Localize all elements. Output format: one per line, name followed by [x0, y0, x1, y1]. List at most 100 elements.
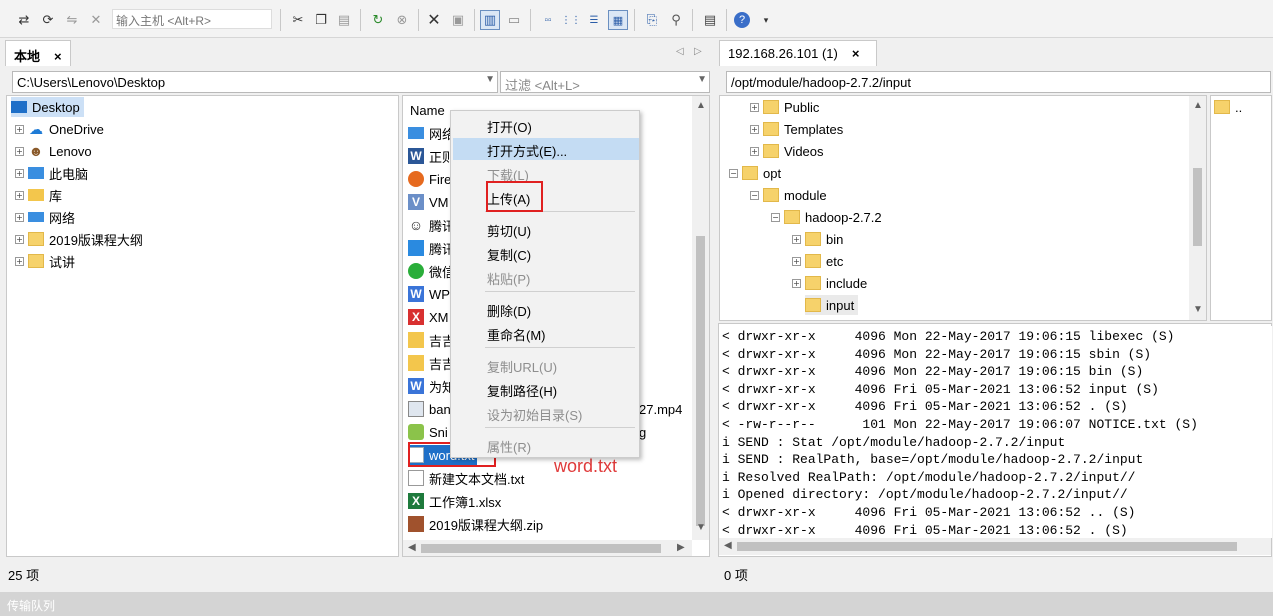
scrollbar-thumb[interactable] — [737, 542, 1237, 551]
tree-item-desktop[interactable]: Desktop — [11, 97, 84, 117]
expand-icon[interactable]: + — [15, 168, 24, 178]
expand-icon[interactable]: + — [15, 146, 24, 156]
tree-item-videos[interactable]: + Videos — [750, 141, 824, 161]
tree-item-network[interactable]: + 网络 — [15, 207, 75, 227]
list-item[interactable]: 网络 — [408, 123, 455, 143]
list-item[interactable]: 吉吉 — [408, 353, 455, 373]
list-item[interactable]: X XM — [408, 307, 449, 327]
horizontal-scrollbar[interactable]: ◀ — [719, 538, 1271, 555]
tree-item-lenovo[interactable]: + ☻ Lenovo — [15, 141, 92, 161]
properties-icon[interactable]: ▣ — [448, 10, 468, 30]
menu-item-open[interactable]: 打开(O) — [453, 114, 639, 136]
expand-icon[interactable]: + — [15, 256, 24, 266]
menu-item-cut[interactable]: 剪切(U) — [453, 218, 639, 240]
help-icon[interactable]: ? — [734, 12, 750, 28]
expand-icon[interactable]: + — [792, 278, 801, 288]
menu-item-open-with[interactable]: 打开方式(E)... — [453, 138, 639, 160]
details-view-icon[interactable]: ▦ — [608, 10, 628, 30]
refresh-icon[interactable]: ↻ — [368, 10, 388, 30]
menu-item-copy-path[interactable]: 复制路径(H) — [453, 378, 639, 400]
list-item[interactable]: W WP — [408, 284, 450, 304]
list-item[interactable]: W 正则 — [408, 146, 455, 166]
delete-icon[interactable]: ✕ — [424, 10, 444, 30]
sync-icon[interactable]: ⎘ — [642, 10, 662, 30]
scrollbar-thumb[interactable] — [1193, 168, 1202, 246]
list-item[interactable]: 微信 — [408, 261, 455, 281]
expand-icon[interactable]: + — [792, 256, 801, 266]
copy-icon[interactable]: ❐ — [311, 10, 331, 30]
tree-item-bin[interactable]: + bin — [792, 229, 843, 249]
local-path-input[interactable]: C:\Users\Lenovo\Desktop ▼ — [12, 71, 498, 93]
filter-input[interactable]: 过滤 <Alt+L> ▼ — [500, 71, 710, 93]
expand-icon[interactable]: + — [15, 234, 24, 244]
scrollbar-thumb[interactable] — [696, 236, 705, 526]
disconnect-icon[interactable]: ⇋ — [62, 10, 82, 30]
expand-icon[interactable]: + — [750, 124, 759, 134]
expand-icon[interactable]: + — [750, 146, 759, 156]
host-input[interactable]: 输入主机 <Alt+R> — [112, 9, 272, 29]
list-item[interactable]: W 为知 — [408, 376, 455, 396]
scroll-left-icon[interactable]: ◀ — [724, 540, 732, 551]
column-header-name[interactable]: Name — [410, 100, 445, 120]
tab-remote-session[interactable]: 192.168.26.101 (1) × — [719, 40, 877, 66]
menu-item-delete[interactable]: 删除(D) — [453, 298, 639, 320]
tree-item-course-outline[interactable]: +2019版课程大纲 — [15, 229, 143, 249]
list-item[interactable]: 吉吉 — [408, 330, 455, 350]
menu-item-download[interactable]: 下载(L) — [453, 162, 639, 184]
tree-item-hadoop[interactable]: − hadoop-2.7.2 — [771, 207, 882, 227]
list-item-parent-dir[interactable]: .. — [1214, 97, 1242, 117]
chevron-down-icon[interactable]: ▼ — [485, 74, 495, 85]
expand-icon[interactable]: + — [15, 212, 24, 222]
tree-item-trial-lecture[interactable]: + 试讲 — [15, 251, 75, 271]
list-item[interactable]: Fire — [408, 169, 451, 189]
close-icon[interactable]: × — [852, 46, 860, 61]
disconnect-all-icon[interactable]: ✕ — [86, 10, 106, 30]
list-item[interactable]: 新建文本文档.txt — [408, 468, 524, 488]
menu-item-copy-url[interactable]: 复制URL(U) — [453, 354, 639, 376]
tree-item-library[interactable]: + 库 — [15, 185, 62, 205]
tab-local[interactable]: 本地 × — [5, 40, 71, 66]
tree-item-onedrive[interactable]: + ☁ OneDrive — [15, 119, 104, 139]
vertical-scrollbar[interactable]: ▲ ▼ — [692, 96, 709, 540]
horizontal-scrollbar[interactable]: ◀ ▶ — [403, 540, 692, 556]
log-icon[interactable]: ▤ — [700, 10, 720, 30]
toolbar-overflow-icon[interactable]: ▾ — [756, 10, 776, 30]
chevron-down-icon[interactable]: ▼ — [697, 74, 707, 85]
bookmark-icon[interactable]: ⚲ — [666, 10, 686, 30]
cut-icon[interactable]: ✂ — [288, 10, 308, 30]
collapse-icon[interactable]: − — [750, 190, 759, 200]
tree-item-opt[interactable]: − opt — [729, 163, 781, 183]
scroll-up-icon[interactable]: ▲ — [696, 100, 706, 111]
expand-icon[interactable]: + — [15, 124, 24, 134]
tree-item-input[interactable]: input — [805, 295, 859, 315]
scroll-left-icon[interactable]: ◀ — [408, 542, 416, 553]
prev-tab-icon[interactable]: ◁ — [676, 46, 684, 57]
scroll-up-icon[interactable]: ▲ — [1193, 100, 1203, 111]
menu-item-set-initial-dir[interactable]: 设为初始目录(S) — [453, 402, 639, 424]
tree-item-templates[interactable]: + Templates — [750, 119, 843, 139]
small-icons-icon[interactable]: ⋮⋮ — [561, 10, 581, 30]
menu-item-properties[interactable]: 属性(R) — [453, 434, 639, 456]
large-icons-icon[interactable]: ▫▫ — [538, 10, 558, 30]
expand-icon[interactable]: + — [750, 102, 759, 112]
tree-item-etc[interactable]: + etc — [792, 251, 843, 271]
scroll-right-icon[interactable]: ▶ — [677, 542, 685, 553]
menu-item-copy[interactable]: 复制(C) — [453, 242, 639, 264]
collapse-icon[interactable]: − — [729, 168, 738, 178]
tree-item-module[interactable]: − module — [750, 185, 827, 205]
list-item[interactable]: ☺ 腾讯 — [408, 215, 455, 235]
expand-icon[interactable]: + — [792, 234, 801, 244]
list-item[interactable]: V VM — [408, 192, 449, 212]
list-item[interactable]: Sni — [408, 422, 448, 442]
list-item[interactable]: ban — [408, 399, 451, 419]
scroll-down-icon[interactable]: ▼ — [696, 522, 706, 533]
connect-icon[interactable]: ⇄ — [14, 10, 34, 30]
scrollbar-thumb[interactable] — [421, 544, 661, 553]
menu-item-upload[interactable]: 上传(A) — [453, 186, 639, 208]
stop-icon[interactable]: ⊗ — [392, 10, 412, 30]
tree-item-this-pc[interactable]: + 此电脑 — [15, 163, 88, 183]
single-view-icon[interactable]: ▭ — [504, 10, 524, 30]
collapse-icon[interactable]: − — [771, 212, 780, 222]
transfer-queue-bar[interactable]: 传输队列 — [0, 592, 1273, 616]
menu-item-paste[interactable]: 粘贴(P) — [453, 266, 639, 288]
